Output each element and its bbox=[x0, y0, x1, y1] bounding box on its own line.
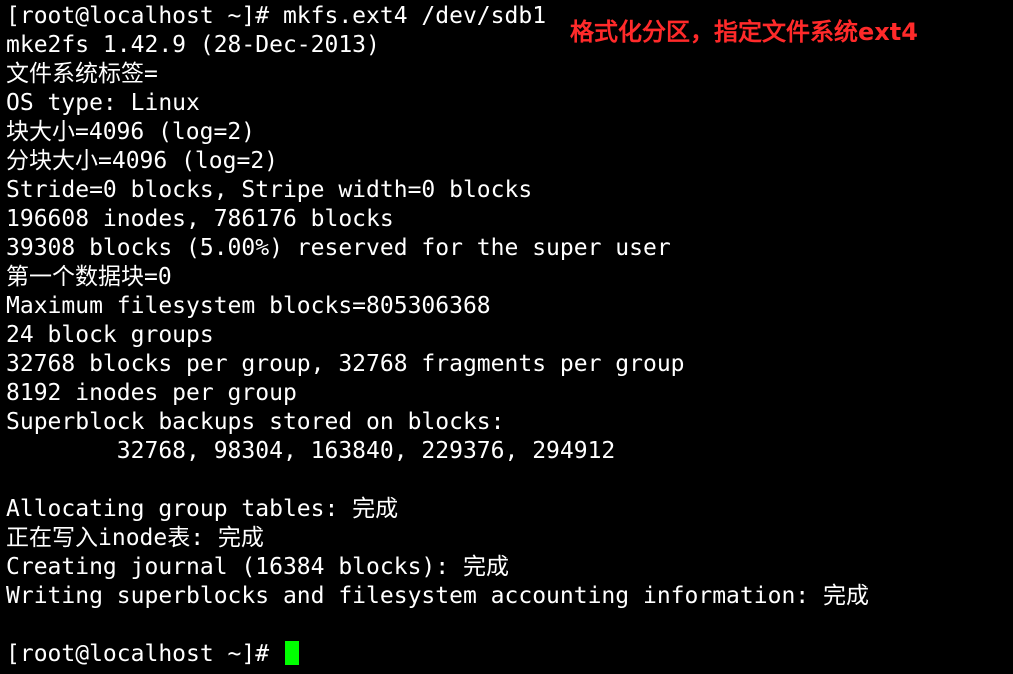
output-line: Stride=0 blocks, Stripe width=0 blocks bbox=[6, 177, 533, 203]
output-line: OS type: Linux bbox=[6, 90, 200, 116]
output-line: 文件系统标签= bbox=[6, 61, 158, 87]
prompt-line[interactable]: [root@localhost ~]# bbox=[6, 640, 869, 669]
output-line: 第一个数据块=0 bbox=[6, 264, 172, 290]
output-line: Creating journal (16384 blocks): 完成 bbox=[6, 554, 509, 580]
output-line: 分块大小=4096 (log=2) bbox=[6, 148, 279, 174]
output-line: 32768, 98304, 163840, 229376, 294912 bbox=[6, 438, 616, 464]
annotation-label: 格式化分区，指定文件系统ext4 bbox=[570, 18, 918, 46]
output-line: 196608 inodes, 786176 blocks bbox=[6, 206, 394, 232]
output-line: 块大小=4096 (log=2) bbox=[6, 119, 256, 145]
output-line: 32768 blocks per group, 32768 fragments … bbox=[6, 351, 685, 377]
output-line: Writing superblocks and filesystem accou… bbox=[6, 583, 869, 609]
output-line: 24 block groups bbox=[6, 322, 214, 348]
terminal-output: [root@localhost ~]# mkfs.ext4 /dev/sdb1 … bbox=[6, 2, 869, 669]
text-cursor bbox=[284, 641, 299, 665]
output-line: Superblock backups stored on blocks: bbox=[6, 409, 505, 435]
output-line: 8192 inodes per group bbox=[6, 380, 297, 406]
output-line: Allocating group tables: 完成 bbox=[6, 496, 399, 522]
shell-prompt: [root@localhost ~]# bbox=[6, 641, 283, 667]
output-line: 39308 blocks (5.00%) reserved for the su… bbox=[6, 235, 671, 261]
output-line: Maximum filesystem blocks=805306368 bbox=[6, 293, 491, 319]
terminal-window[interactable]: [root@localhost ~]# mkfs.ext4 /dev/sdb1 … bbox=[0, 0, 1013, 674]
output-line: 正在写入inode表: 完成 bbox=[6, 525, 264, 551]
